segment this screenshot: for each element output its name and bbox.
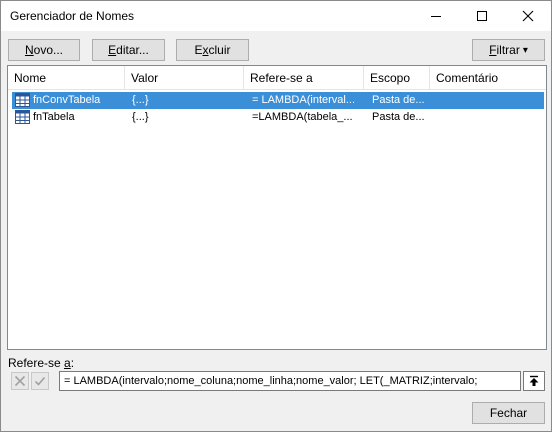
collapse-dialog-button[interactable] <box>523 371 545 391</box>
table-row[interactable]: fnTabela {...} =LAMBDA(tabela_... Pasta … <box>12 109 544 126</box>
new-button[interactable]: Novo... <box>8 39 80 61</box>
refers-to-input[interactable]: = LAMBDA(intervalo;nome_coluna;nome_linh… <box>59 371 521 391</box>
delete-button[interactable]: Excluir <box>176 39 249 61</box>
table-row[interactable]: fnConvTabela {...} = LAMBDA(interval... … <box>12 92 544 109</box>
close-window-button[interactable] <box>505 1 551 31</box>
title-bar: Gerenciador de Nomes <box>1 1 551 31</box>
close-icon <box>522 10 534 22</box>
window-title: Gerenciador de Nomes <box>10 9 135 23</box>
new-button-label: Novo... <box>24 43 64 57</box>
chevron-down-icon: ▾ <box>522 44 528 56</box>
minimize-icon <box>431 16 441 17</box>
row-scope: Pasta de... <box>372 111 425 123</box>
refers-to-label: Refere-se a: <box>8 356 75 370</box>
column-header-refers-to[interactable]: Refere-se a <box>244 66 364 90</box>
table-name-icon <box>15 110 30 124</box>
row-scope: Pasta de... <box>372 94 425 106</box>
collapse-arrow-icon <box>529 375 539 386</box>
row-comment <box>438 92 538 109</box>
column-header-scope[interactable]: Escopo <box>364 66 430 90</box>
names-list[interactable]: Nome Valor Refere-se a Escopo Comentário… <box>7 65 547 350</box>
maximize-button[interactable] <box>459 1 505 31</box>
maximize-icon <box>477 11 487 21</box>
row-value: {...} <box>132 94 149 106</box>
close-button[interactable]: Fechar <box>472 402 545 424</box>
row-refers-to: = LAMBDA(interval... <box>252 94 356 106</box>
delete-button-label: Excluir <box>194 43 231 57</box>
checkmark-icon <box>34 376 46 386</box>
list-header: Nome Valor Refere-se a Escopo Comentário <box>8 66 546 90</box>
cancel-edit-button[interactable] <box>11 372 29 390</box>
table-name-icon <box>15 93 30 107</box>
filter-button[interactable]: Filtrar ▾ <box>472 39 545 61</box>
filter-button-label: Filtrar <box>489 43 520 57</box>
row-name: fnTabela <box>33 111 75 123</box>
row-name: fnConvTabela <box>33 94 101 106</box>
name-manager-dialog: Gerenciador de Nomes Novo... Editar... E… <box>0 0 552 432</box>
edit-button[interactable]: Editar... <box>92 39 165 61</box>
edit-button-label: Editar... <box>108 43 149 57</box>
row-refers-to: =LAMBDA(tabela_... <box>252 111 353 123</box>
column-header-name[interactable]: Nome <box>8 66 125 90</box>
minimize-button[interactable] <box>413 1 459 31</box>
row-comment <box>438 109 538 126</box>
confirm-edit-button[interactable] <box>31 372 49 390</box>
cancel-x-icon <box>14 375 26 387</box>
column-header-value[interactable]: Valor <box>125 66 244 90</box>
row-value: {...} <box>132 111 149 123</box>
column-header-comment[interactable]: Comentário <box>430 66 546 90</box>
